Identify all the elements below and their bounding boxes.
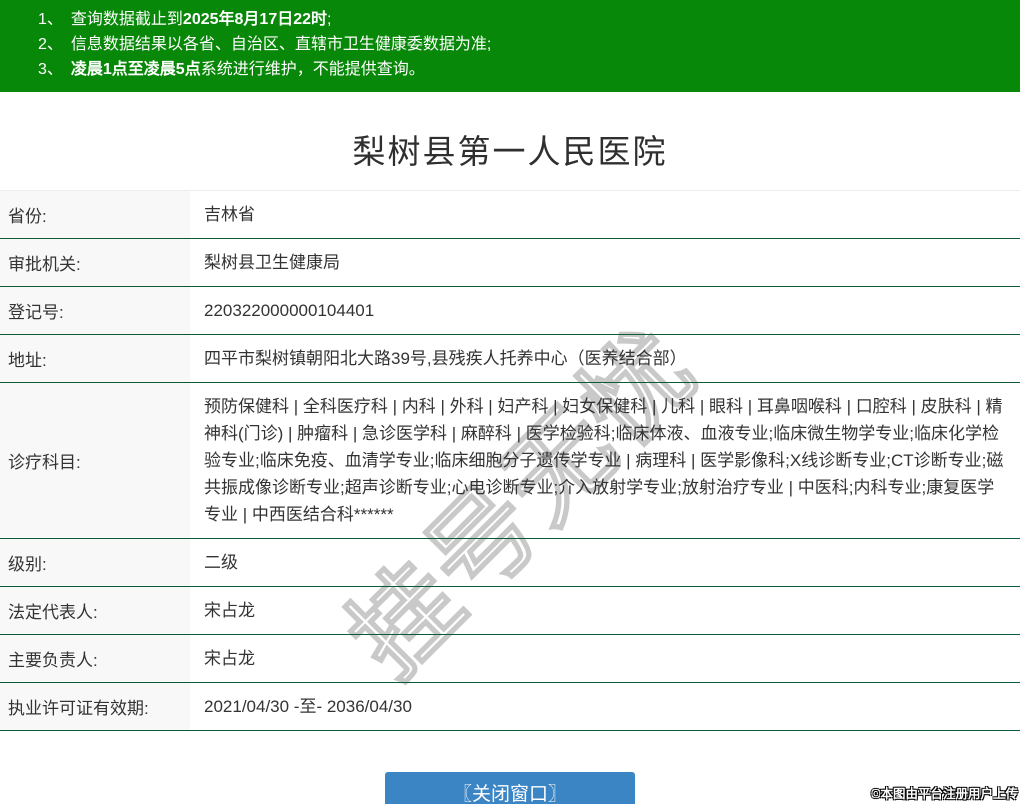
notice-line-1: 1、 查询数据截止到2025年8月17日22时; <box>38 7 1010 32</box>
table-row: 省份: 吉林省 <box>0 190 1020 239</box>
row-label: 登记号: <box>0 287 190 334</box>
table-row: 诊疗科目: 预防保健科 | 全科医疗科 | 内科 | 外科 | 妇产科 | 妇女保… <box>0 383 1020 539</box>
table-row: 执业许可证有效期: 2021/04/30 -至- 2036/04/30 <box>0 683 1020 731</box>
row-label: 执业许可证有效期: <box>0 683 190 730</box>
notice-line-3: 3、 凌晨1点至凌晨5点系统进行维护，不能提供查询。 <box>38 57 1010 82</box>
close-window-button[interactable]: 〖关闭窗口〗 <box>385 772 635 804</box>
row-label: 诊疗科目: <box>0 383 190 538</box>
notice-text-segment: 凌晨1点至凌晨5点 <box>70 61 201 78</box>
credit-watermark: ©本图由平台注册用户上传 <box>871 787 1018 801</box>
notice-bar: 1、 查询数据截止到2025年8月17日22时; 2、 信息数据结果以各省、自治区、直… <box>0 0 1020 92</box>
notice-list: 1、 查询数据截止到2025年8月17日22时; 2、 信息数据结果以各省、自治区、直… <box>38 7 1010 82</box>
notice-text-segment: 系统进行维护，不能提供查询。 <box>200 61 425 78</box>
page-title: 梨树县第一人民医院 <box>352 133 668 170</box>
hospital-info-table: 省份: 吉林省 审批机关: 梨树县卫生健康局 登记号: 22032200000010440… <box>0 190 1020 731</box>
row-value: 220322000000104401 <box>204 301 375 320</box>
notice-line-2: 2、 信息数据结果以各省、自治区、直辖市卫生健康委数据为准; <box>38 32 1010 57</box>
row-label: 级别: <box>0 539 190 586</box>
table-row: 主要负责人: 宋占龙 <box>0 635 1020 683</box>
row-value: 二级 <box>204 553 238 572</box>
notice-text-segment: 查询数据截止到 <box>70 11 183 28</box>
row-value: 2021/04/30 -至- 2036/04/30 <box>204 697 412 716</box>
notice-number: 3、 <box>38 61 63 78</box>
button-row: 〖关闭窗口〗 <box>0 772 1020 804</box>
row-value: 吉林省 <box>204 205 255 224</box>
notice-text-segment: 信息数据结果以各省、自治区、直辖市卫生健康委数据为准; <box>70 36 492 53</box>
row-label: 法定代表人: <box>0 587 190 634</box>
table-row: 审批机关: 梨树县卫生健康局 <box>0 239 1020 287</box>
table-row: 级别: 二级 <box>0 539 1020 587</box>
notice-text-segment: 2025年8月17日22时 <box>182 11 328 28</box>
row-value: 四平市梨树镇朝阳北大路39号,县残疾人托养中心（医养结合部） <box>204 349 687 368</box>
row-label: 审批机关: <box>0 239 190 286</box>
row-value: 宋占龙 <box>204 649 255 668</box>
row-label: 省份: <box>0 191 190 238</box>
row-label: 主要负责人: <box>0 635 190 682</box>
table-row: 登记号: 220322000000104401 <box>0 287 1020 335</box>
notice-number: 1、 <box>38 11 63 28</box>
notice-number: 2、 <box>38 36 63 53</box>
row-value: 预防保健科 | 全科医疗科 | 内科 | 外科 | 妇产科 | 妇女保健科 | … <box>204 397 1004 524</box>
row-value: 宋占龙 <box>204 601 255 620</box>
table-row: 法定代表人: 宋占龙 <box>0 587 1020 635</box>
table-row: 地址: 四平市梨树镇朝阳北大路39号,县残疾人托养中心（医养结合部） <box>0 335 1020 383</box>
row-value: 梨树县卫生健康局 <box>204 253 340 272</box>
row-label: 地址: <box>0 335 190 382</box>
notice-text-segment: ; <box>327 11 332 28</box>
